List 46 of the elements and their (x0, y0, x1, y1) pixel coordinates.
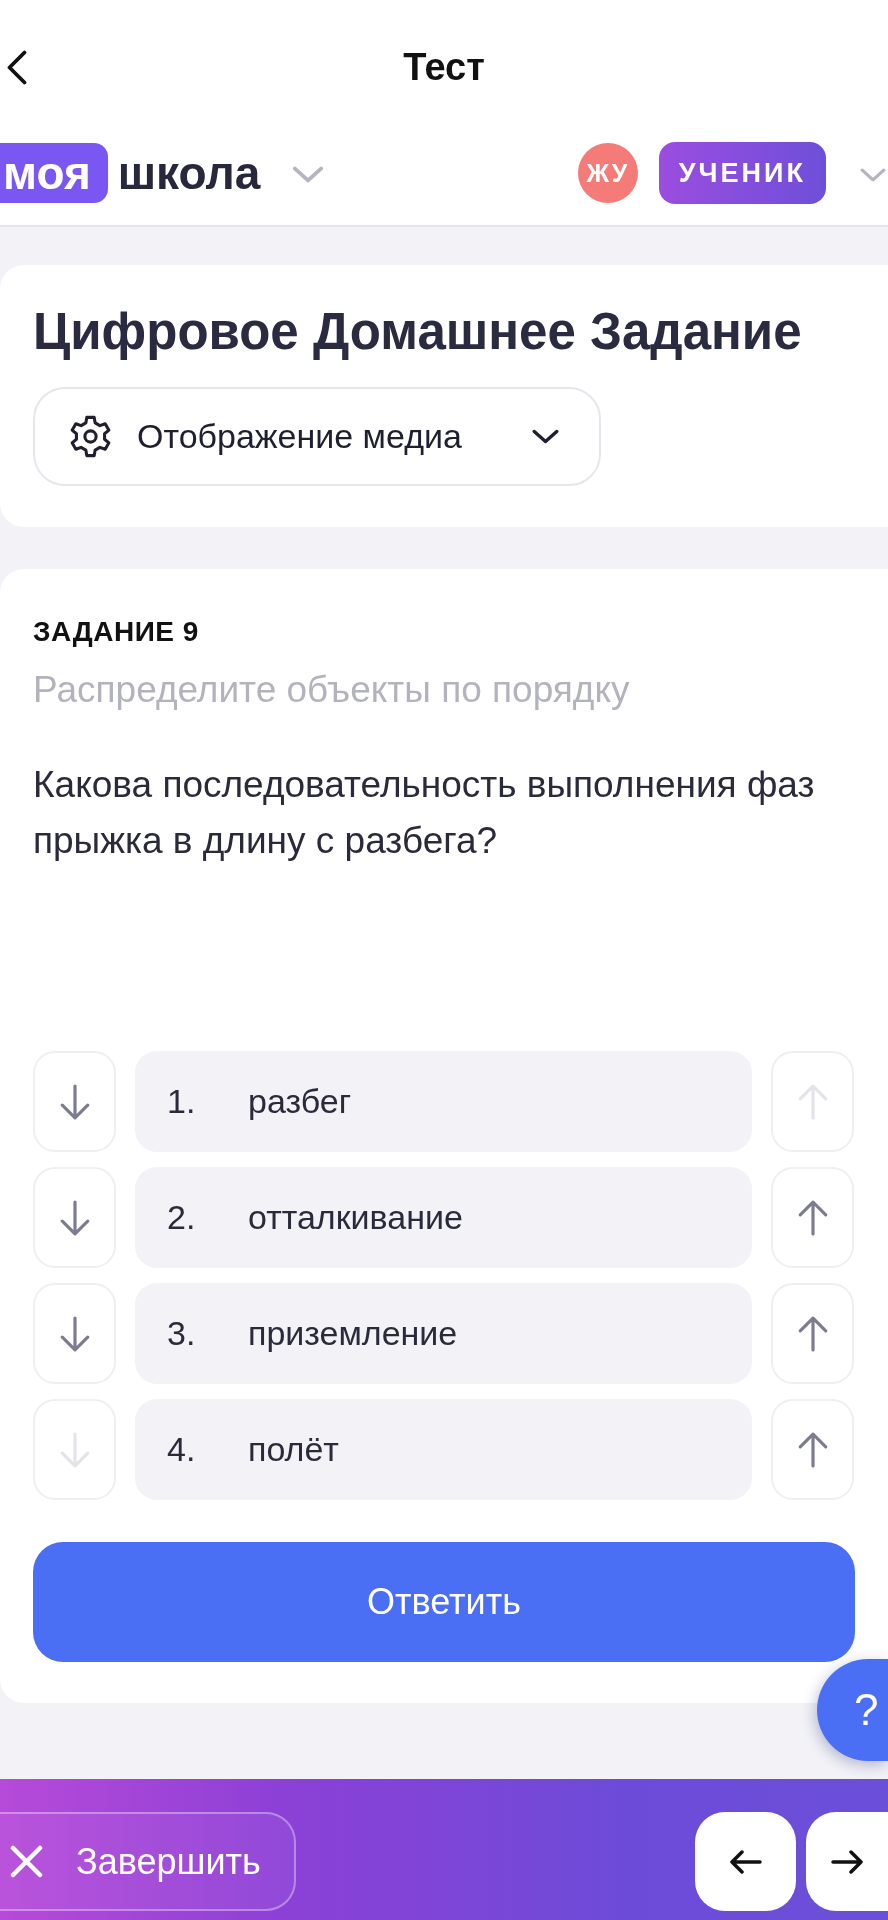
arrow-down-icon (59, 1315, 90, 1352)
chevron-down-icon (532, 429, 559, 444)
next-button[interactable] (806, 1812, 888, 1911)
media-dropdown[interactable]: Отображение медиа (33, 387, 601, 486)
item-number: 3. (167, 1314, 197, 1353)
task-instruction: Распределите объекты по порядку (33, 668, 631, 712)
finish-button[interactable]: Завершить (0, 1812, 296, 1911)
move-down-button[interactable] (33, 1051, 116, 1152)
item-label: разбег (248, 1082, 352, 1121)
task-heading: ЗАДАНИЕ 9 (33, 615, 200, 649)
arrow-down-icon (59, 1431, 90, 1468)
chevron-left-icon (7, 49, 27, 85)
arrow-up-icon (797, 1199, 828, 1236)
question-text: Какова последовательность выполнения фаз прыжка в длину с разбега? (33, 763, 816, 863)
item-label: отталкивание (248, 1198, 463, 1237)
logo-badge: моя (0, 142, 108, 203)
role-badge[interactable]: УЧЕНИК (658, 141, 826, 204)
item-number: 1. (167, 1082, 197, 1121)
arrow-down-icon (59, 1083, 90, 1120)
item-label: приземление (248, 1314, 458, 1353)
arrow-up-icon (797, 1083, 828, 1120)
arrow-up-icon (797, 1431, 828, 1468)
chevron-down-icon[interactable] (860, 167, 886, 182)
move-down-button[interactable] (33, 1167, 116, 1268)
page-title: Тест (403, 45, 485, 90)
card-title: Цифровое Домашнее Задание (33, 303, 803, 361)
previous-button[interactable] (695, 1812, 796, 1911)
chevron-down-icon[interactable] (292, 166, 325, 183)
item-number: 4. (167, 1430, 197, 1469)
item-label: полёт (248, 1430, 339, 1469)
submit-button[interactable]: Ответить (33, 1542, 855, 1662)
item-number: 2. (167, 1198, 197, 1237)
back-button[interactable] (7, 49, 27, 85)
help-button[interactable]: ? (817, 1659, 888, 1761)
avatar[interactable]: ЖУ (577, 142, 638, 203)
gear-icon (69, 415, 112, 458)
move-up-button[interactable] (771, 1167, 854, 1268)
move-up-button[interactable] (771, 1283, 854, 1384)
arrow-down-icon (59, 1199, 90, 1236)
arrow-left-icon (729, 1849, 762, 1874)
close-icon (10, 1845, 43, 1878)
arrow-right-icon (831, 1849, 863, 1874)
logo-text: школа (117, 145, 261, 201)
move-up-button[interactable] (771, 1399, 854, 1500)
arrow-up-icon (797, 1315, 828, 1352)
move-down-button[interactable] (33, 1283, 116, 1384)
